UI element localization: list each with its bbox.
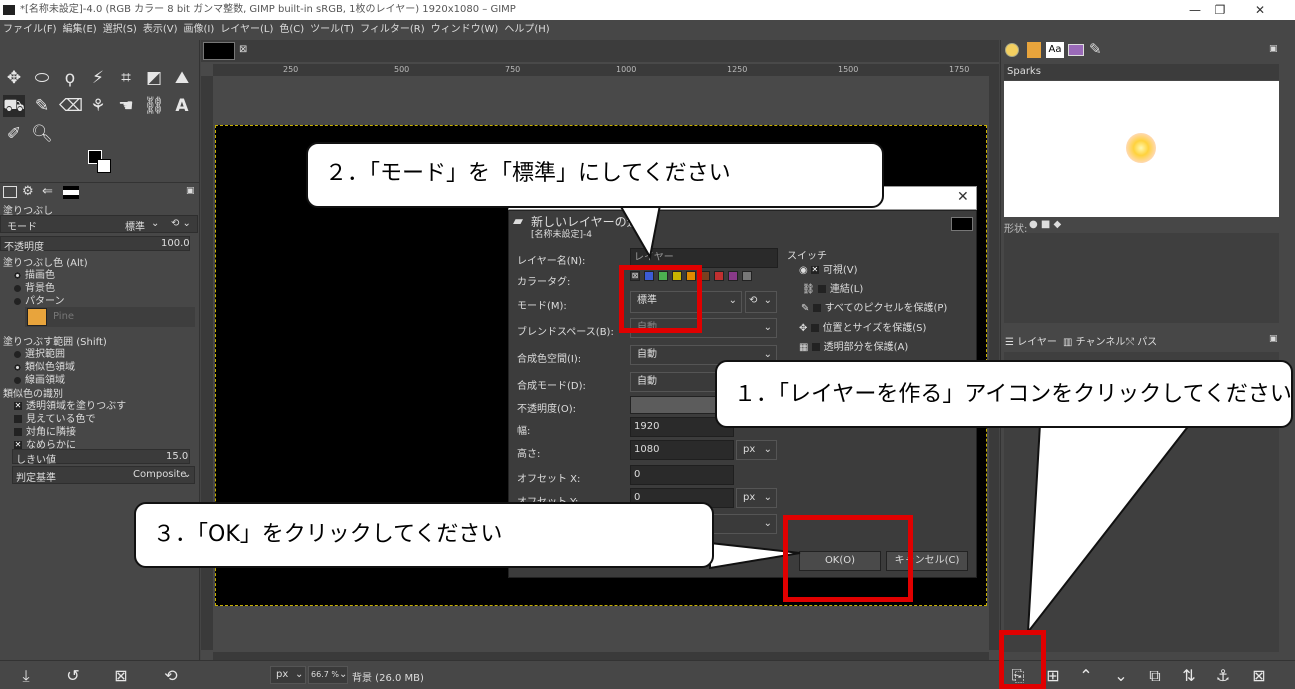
callout-step3: ３．「OK」をクリックしてください <box>134 502 714 568</box>
callout-pointer-step2 <box>618 204 662 260</box>
callout-pointers <box>618 204 1193 636</box>
callout-step1: １．「レイヤーを作る」アイコンをクリックしてください <box>715 360 1293 428</box>
highlight-mode <box>619 265 702 333</box>
callout-step2: ２．「モード」を「標準」にしてください <box>306 142 884 208</box>
highlight-ok <box>783 515 913 602</box>
highlight-new-layer <box>999 630 1046 689</box>
callout-pointer-step1 <box>1026 423 1193 636</box>
